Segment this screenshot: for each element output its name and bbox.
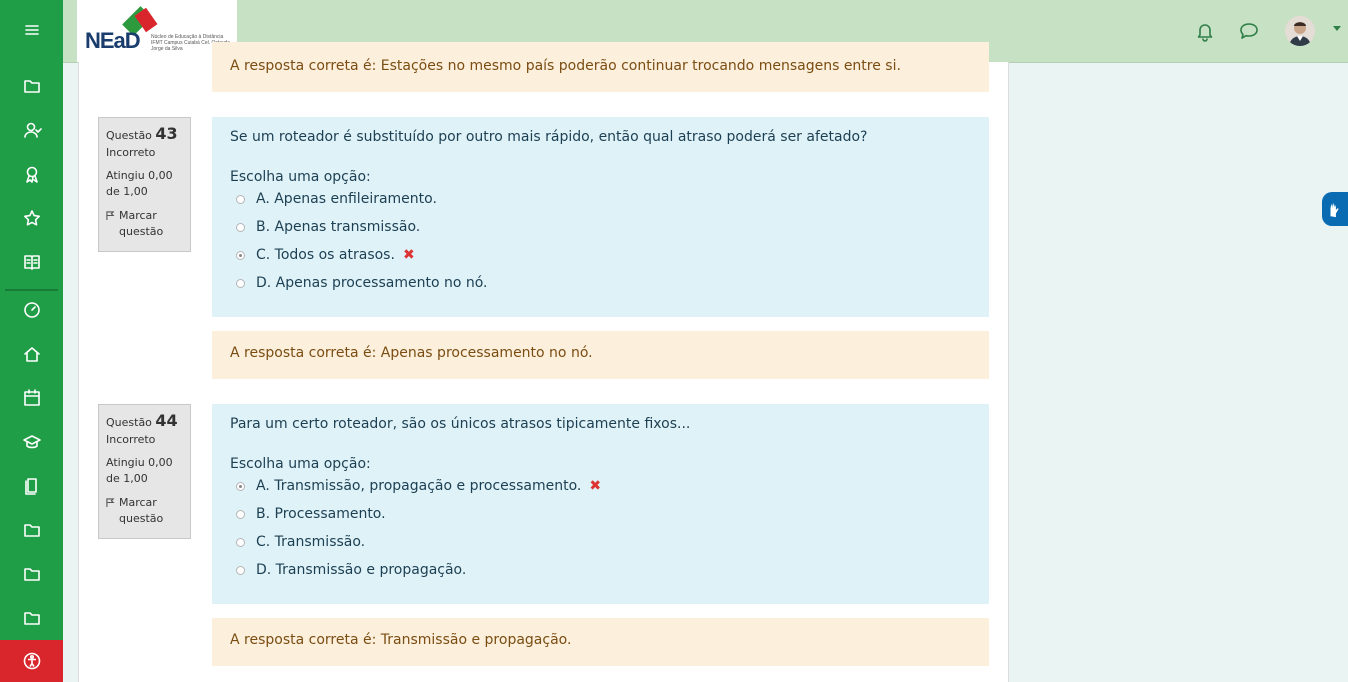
feedback-text: A resposta correta é: Estações no mesmo …	[230, 58, 901, 74]
flag-label: Marcar questão	[119, 496, 164, 525]
quiz-review-content: A resposta correta é: Estações no mesmo …	[78, 42, 1009, 682]
radio-button-checked[interactable]	[236, 481, 245, 491]
question-formulation-44: Para um certo roteador, são os únicos at…	[212, 404, 989, 604]
folder-icon	[23, 612, 40, 625]
sidebar-item-competencies[interactable]	[0, 196, 63, 240]
flag-question-button[interactable]: Marcar questão	[106, 495, 183, 527]
feedback-text: A resposta correta é: Apenas processamen…	[230, 345, 593, 361]
sign-language-widget-button[interactable]	[1322, 192, 1348, 226]
menu-toggle-button[interactable]	[0, 8, 63, 52]
answer-option-d[interactable]: D. Apenas processamento no nó.	[230, 269, 971, 297]
book-icon	[23, 255, 40, 270]
users-icon	[23, 122, 42, 138]
option-label: D. Apenas processamento no nó.	[256, 275, 488, 291]
sidebar-item-badges[interactable]	[0, 152, 63, 196]
radio-button[interactable]	[236, 194, 245, 204]
question-info-43: Questão 43 Incorreto Atingiu 0,00 de 1,0…	[98, 117, 191, 252]
folder-icon	[23, 568, 40, 581]
files-icon	[24, 478, 37, 495]
answer-option-b[interactable]: B. Apenas transmissão.	[230, 213, 971, 241]
answer-option-c[interactable]: C. Transmissão.	[230, 528, 971, 556]
question-grade: Atingiu 0,00 de 1,00	[106, 169, 173, 198]
answer-option-d[interactable]: D. Transmissão e propagação.	[230, 556, 971, 584]
sidebar-item-courses[interactable]	[0, 420, 63, 464]
sidebar-item-home[interactable]	[0, 332, 63, 376]
radio-button[interactable]	[236, 509, 245, 519]
answer-option-b[interactable]: B. Processamento.	[230, 500, 971, 528]
option-label: B. Processamento.	[256, 506, 386, 522]
messages-button[interactable]	[1238, 20, 1260, 42]
option-label: C. Todos os atrasos.	[256, 247, 395, 263]
chat-icon	[1240, 23, 1258, 39]
option-label: A. Transmissão, propagação e processamen…	[256, 478, 582, 494]
question-number: Questão 43	[106, 124, 178, 143]
option-label: D. Transmissão e propagação.	[256, 562, 467, 578]
notifications-button[interactable]	[1194, 20, 1216, 42]
radio-button[interactable]	[236, 222, 245, 232]
question-grade: Atingiu 0,00 de 1,00	[106, 456, 173, 485]
sidebar-item-folder-1[interactable]	[0, 64, 63, 108]
hands-icon	[1330, 202, 1339, 218]
sidebar-item-files[interactable]	[0, 464, 63, 508]
left-sidebar	[0, 0, 63, 682]
question-formulation-43: Se um roteador é substituído por outro m…	[212, 117, 989, 317]
user-avatar[interactable]	[1285, 16, 1315, 46]
correct-answer-feedback-43: A resposta correta é: Apenas processamen…	[212, 331, 989, 379]
flag-label: Marcar questão	[119, 209, 164, 238]
flag-question-button[interactable]: Marcar questão	[106, 208, 183, 240]
dashboard-icon	[23, 302, 40, 318]
graduation-cap-icon	[22, 435, 41, 449]
folder-icon	[23, 80, 40, 93]
flag-icon	[106, 211, 115, 220]
sidebar-item-folder-3[interactable]	[0, 552, 63, 596]
incorrect-icon: ✖	[589, 478, 602, 494]
sidebar-item-dashboard[interactable]	[0, 288, 63, 332]
correct-answer-feedback-44: A resposta correta é: Transmissão e prop…	[212, 618, 989, 666]
question-state: Incorreto	[106, 433, 156, 446]
user-photo-icon	[1285, 16, 1315, 46]
user-menu-caret-icon[interactable]	[1333, 26, 1341, 31]
logo-text: NEaD	[85, 28, 141, 53]
option-label: C. Transmissão.	[256, 534, 366, 550]
sidebar-item-participants[interactable]	[0, 108, 63, 152]
answer-prompt: Escolha uma opção:	[230, 456, 371, 472]
sidebar-item-grades[interactable]	[0, 240, 63, 284]
radio-button[interactable]	[236, 537, 245, 547]
question-text: Para um certo roteador, são os únicos at…	[230, 416, 691, 432]
calendar-icon	[23, 389, 40, 406]
bell-icon	[1197, 24, 1213, 42]
answer-option-a[interactable]: A. Apenas enfileiramento.	[230, 185, 971, 213]
answer-option-a[interactable]: A. Transmissão, propagação e processamen…	[230, 472, 971, 500]
previous-question-feedback: A resposta correta é: Estações no mesmo …	[212, 42, 989, 92]
sidebar-item-folder-4[interactable]	[0, 596, 63, 640]
question-text: Se um roteador é substituído por outro m…	[230, 129, 868, 145]
radio-button[interactable]	[236, 278, 245, 288]
accessibility-icon	[23, 652, 40, 670]
question-number: Questão 44	[106, 411, 178, 430]
badge-icon	[25, 166, 38, 183]
question-info-44: Questão 44 Incorreto Atingiu 0,00 de 1,0…	[98, 404, 191, 539]
option-label: A. Apenas enfileiramento.	[256, 191, 437, 207]
sidebar-item-calendar[interactable]	[0, 376, 63, 420]
answer-option-c[interactable]: C. Todos os atrasos. ✖	[230, 241, 971, 269]
folder-icon	[23, 524, 40, 537]
incorrect-icon: ✖	[402, 247, 415, 263]
sidebar-item-folder-2[interactable]	[0, 508, 63, 552]
flag-icon	[106, 498, 115, 507]
home-icon	[23, 347, 40, 362]
radio-button-checked[interactable]	[236, 250, 245, 260]
feedback-text: A resposta correta é: Transmissão e prop…	[230, 632, 572, 648]
sidebar-item-accessibility[interactable]	[0, 640, 63, 682]
question-state: Incorreto	[106, 146, 156, 159]
menu-icon	[24, 25, 39, 35]
answer-prompt: Escolha uma opção:	[230, 169, 371, 185]
star-icon	[23, 210, 40, 226]
radio-button[interactable]	[236, 565, 245, 575]
option-label: B. Apenas transmissão.	[256, 219, 421, 235]
